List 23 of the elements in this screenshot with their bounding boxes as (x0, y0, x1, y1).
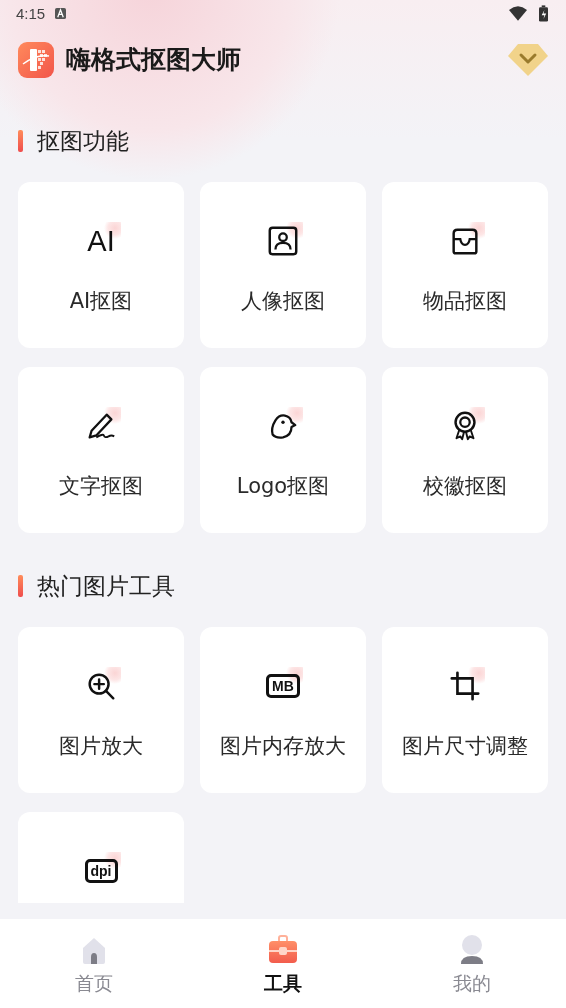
tool-card[interactable]: dpi (18, 812, 184, 903)
accent-bar (18, 575, 23, 598)
section-title: 抠图功能 (37, 126, 129, 156)
nav-tab[interactable]: 工具 (188, 919, 378, 1008)
section-title: 热门图片工具 (37, 571, 175, 601)
tool-card[interactable]: AI AI抠图 (18, 182, 184, 349)
toolbox-icon (268, 934, 298, 966)
status-time: 4:15 (16, 4, 46, 22)
tool-card[interactable]: 校徽抠图 (382, 367, 548, 534)
vip-diamond-icon[interactable] (508, 42, 548, 77)
notification-icon (55, 7, 67, 19)
tool-card[interactable]: 图片尺寸调整 (382, 627, 548, 794)
tool-card[interactable]: 图片放大 (18, 627, 184, 794)
tool-card[interactable]: Logo抠图 (200, 367, 366, 534)
wifi-icon (509, 5, 527, 21)
app-title: 嗨格式抠图大师 (66, 44, 241, 77)
tool-card[interactable]: 人像抠图 (200, 182, 366, 349)
tool-card[interactable]: MB 图片内存放大 (200, 627, 366, 794)
tool-card[interactable]: 物品抠图 (382, 182, 548, 349)
accent-bar (18, 130, 23, 153)
battery-icon (539, 4, 548, 22)
app-logo-icon (18, 41, 54, 78)
tool-card[interactable]: 文字抠图 (18, 367, 184, 534)
